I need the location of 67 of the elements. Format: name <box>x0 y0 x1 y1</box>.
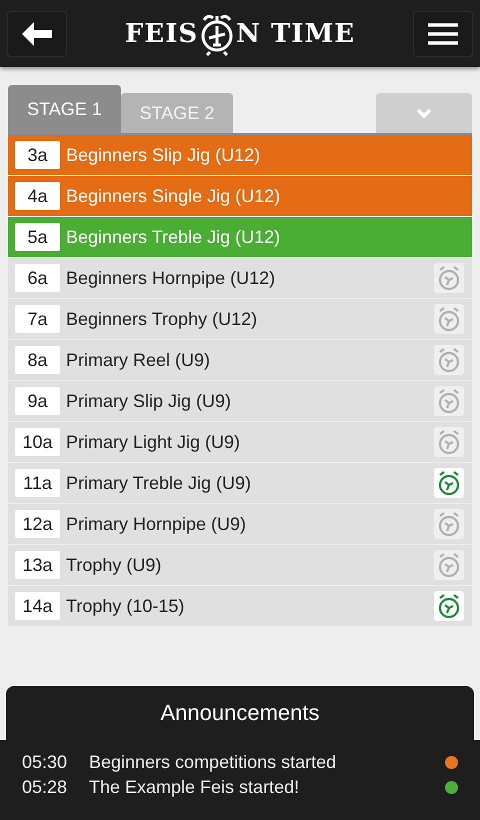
competition-number: 9a <box>15 387 60 415</box>
chevron-down-icon <box>416 108 432 118</box>
competition-number: 10a <box>15 428 60 456</box>
competition-row[interactable]: 11a Primary Treble Jig (U9) <box>8 463 472 503</box>
competition-name: Primary Treble Jig (U9) <box>66 472 252 494</box>
competition-number: 13a <box>15 551 60 579</box>
competition-row[interactable]: 14a Trophy (10-15) <box>8 586 472 626</box>
logo-text: N TIME <box>236 18 356 48</box>
competition-name: Trophy (U9) <box>66 554 162 576</box>
alarm-button[interactable] <box>434 427 464 457</box>
competition-name: Beginners Treble Jig (U12) <box>66 226 282 248</box>
alarm-button[interactable] <box>434 591 464 621</box>
competition-name: Primary Slip Jig (U9) <box>66 390 232 412</box>
alarm-button[interactable] <box>434 468 464 498</box>
competition-row[interactable]: 3a Beginners Slip Jig (U12) <box>8 135 472 175</box>
alarm-button[interactable] <box>434 550 464 580</box>
alarm-clock-icon <box>437 347 461 373</box>
competition-name: Beginners Slip Jig (U12) <box>66 144 262 166</box>
competition-row[interactable]: 4a Beginners Single Jig (U12) <box>8 176 472 216</box>
alarm-button[interactable] <box>434 263 464 293</box>
competition-row[interactable]: 5a Beginners Treble Jig (U12) <box>8 217 472 257</box>
alarm-clock-icon <box>437 593 461 619</box>
competition-number: 12a <box>15 510 60 538</box>
competition-number: 11a <box>15 469 60 497</box>
competition-name: Beginners Trophy (U12) <box>66 308 258 330</box>
competition-name: Primary Hornpipe (U9) <box>66 514 248 534</box>
competition-number: 7a <box>15 305 60 333</box>
alarm-button[interactable] <box>434 345 464 375</box>
competition-name: Beginners Single Jig (U12) <box>66 186 282 206</box>
competition-name: Primary Reel (U9) <box>66 350 212 370</box>
competition-row[interactable]: 8a Primary Reel (U9) <box>8 340 472 380</box>
competition-row[interactable]: 12a Primary Hornpipe (U9) <box>8 504 472 544</box>
competition-number: 8a <box>15 346 60 374</box>
back-button[interactable] <box>7 10 67 56</box>
competition-row[interactable]: 6a Beginners Hornpipe (U12) <box>8 258 472 298</box>
announcement-time: 05:30 <box>22 752 68 773</box>
alarm-button[interactable] <box>434 509 464 539</box>
competition-number: 3a <box>15 141 60 169</box>
competition-number: 5a <box>15 223 60 251</box>
competition-row[interactable]: 7a Beginners Trophy (U12) <box>8 299 472 339</box>
dropdown-button[interactable] <box>376 93 472 133</box>
menu-button[interactable] <box>413 10 473 56</box>
announcement-time: 05:28 <box>22 777 68 798</box>
alarm-button[interactable] <box>434 386 464 416</box>
alarm-button[interactable] <box>434 304 464 334</box>
menu-icon <box>428 22 458 44</box>
competition-number: 4a <box>15 182 60 210</box>
competition-row[interactable]: 13a Trophy (U9) <box>8 545 472 585</box>
competition-row[interactable]: 10a Primary Light Jig (U9) <box>8 422 472 462</box>
alarm-clock-icon <box>437 552 461 578</box>
competition-number: 6a <box>15 264 60 292</box>
alarm-clock-icon <box>437 429 461 455</box>
logo-text: FEIS <box>124 18 198 48</box>
alarm-clock-icon <box>437 470 461 496</box>
alarm-clock-icon <box>437 306 461 332</box>
alarm-clock-icon <box>437 388 461 414</box>
competition-name: Beginners Hornpipe (U12) <box>66 268 276 288</box>
alarm-clock-icon <box>437 511 461 537</box>
announcements-title: Announcements <box>160 700 320 726</box>
competition-number: 14a <box>15 592 60 620</box>
announcement-text: Beginners competitions started <box>89 752 338 773</box>
competition-name: Trophy (10-15) <box>66 596 186 616</box>
back-arrow-icon <box>22 22 52 46</box>
alarm-clock-icon <box>437 265 461 291</box>
competition-name: Primary Light Jig (U9) <box>66 432 242 452</box>
competition-row[interactable]: 9a Primary Slip Jig (U9) <box>8 381 472 421</box>
announcement-text: The Example Feis started! <box>89 777 300 798</box>
